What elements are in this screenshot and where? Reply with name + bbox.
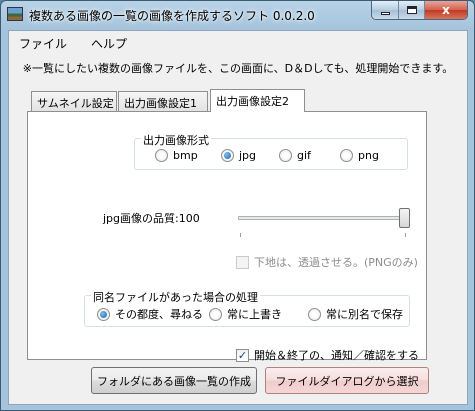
radio-button[interactable] [340,149,353,162]
menu-bar: ファイル ヘルプ [9,31,467,53]
same-name-radio-ask[interactable]: その都度、尋ねる [97,306,203,322]
maximize-button[interactable] [398,1,424,19]
output-format-title: 出力画像形式 [141,132,211,148]
format-radio-gif[interactable]: gif [279,149,311,162]
maximize-icon [406,6,417,14]
tab-thumbnail-settings[interactable]: サムネイル設定 [31,91,117,111]
format-radio-jpg[interactable]: jpg [221,149,256,162]
button-label: フォルダにある画像一覧の作成 [97,374,251,388]
same-name-radio-rename[interactable]: 常に別名で保存 [308,306,403,322]
title-bar[interactable]: 複数ある画像の一覧の画像を作成するソフト 0.0.2.0 x [1,1,474,29]
jpg-quality-label: jpg画像の品質:100 [103,212,200,225]
tab-label: 出力画像設定1 [124,97,197,110]
radio-button[interactable] [155,149,168,162]
radio-button[interactable] [97,307,110,321]
client-area: ファイル ヘルプ ※一覧にしたい複数の画像ファイルを、この画面に、D＆Dしても、… [8,30,468,405]
checkbox[interactable] [236,255,249,269]
tab-label: 出力画像設定2 [216,95,289,108]
same-name-group: 同名ファイルがあった場合の処理 その都度、尋ねる 常に上書き 常に別名で保存 [84,289,410,327]
radio-button[interactable] [279,149,292,162]
window-title: 複数ある画像の一覧の画像を作成するソフト 0.0.2.0 [29,9,315,23]
caption-buttons: x [371,1,468,20]
checkbox-label: 下地は、透過させる。(PNGのみ) [254,256,418,269]
checkbox-label: 開始＆終了の、通知／確認をする [254,349,419,362]
tab-output-settings-2[interactable]: 出力画像設定2 [210,89,305,112]
radio-label: jpg [239,149,257,162]
radio-button[interactable] [221,149,234,162]
close-button[interactable]: x [424,1,467,19]
slider-ticks [240,233,406,237]
jpg-quality-slider-thumb[interactable] [399,208,410,228]
menu-help[interactable]: ヘルプ [91,35,127,52]
folder-list-button[interactable]: フォルダにある画像一覧の作成 [91,367,257,394]
minimize-button[interactable] [372,1,398,19]
format-radio-bmp[interactable]: bmp [155,149,198,162]
minimize-icon [380,11,390,15]
drag-drop-notice: ※一覧にしたい複数の画像ファイルを、この画面に、D＆Dしても、処理開始できます。 [22,62,454,75]
tab-panel-output-settings-2: 出力画像形式 bmp jpg gif png jpg画像の品質:100 下地は、… [27,111,427,363]
close-icon: x [442,3,450,17]
checkbox[interactable]: ✓ [236,348,249,362]
radio-button[interactable] [209,307,222,321]
same-name-radio-overwrite[interactable]: 常に上書き [209,306,282,322]
tab-output-settings-1[interactable]: 出力画像設定1 [118,91,208,111]
button-label: ファイルダイアログから選択 [275,374,419,388]
format-radio-png[interactable]: png [340,149,379,162]
transparent-bg-checkbox[interactable]: 下地は、透過させる。(PNGのみ) [236,254,418,270]
radio-button[interactable] [308,307,321,321]
radio-label: bmp [173,149,198,162]
radio-label: 常に別名で保存 [326,308,403,321]
menu-file[interactable]: ファイル [19,35,67,52]
tab-label: サムネイル設定 [37,97,114,110]
radio-label: png [358,149,379,162]
radio-label: gif [297,149,311,162]
radio-label: 常に上書き [227,308,282,321]
output-format-group: 出力画像形式 bmp jpg gif png [134,132,408,170]
file-dialog-button[interactable]: ファイルダイアログから選択 [265,367,429,394]
radio-label: その都度、尋ねる [115,308,203,321]
app-window: 複数ある画像の一覧の画像を作成するソフト 0.0.2.0 x ファイル ヘルプ … [0,0,475,411]
same-name-title: 同名ファイルがあった場合の処理 [91,289,260,305]
jpg-quality-slider-track[interactable] [238,216,408,220]
notify-checkbox[interactable]: ✓ 開始＆終了の、通知／確認をする [236,347,419,363]
app-icon[interactable] [7,7,23,21]
